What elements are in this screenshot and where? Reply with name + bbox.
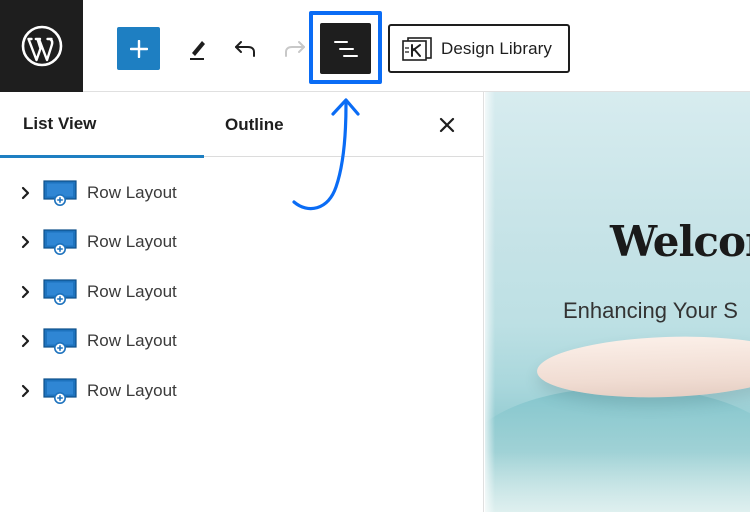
list-item[interactable]: Row Layout: [0, 218, 484, 268]
chevron-right-icon[interactable]: [19, 285, 33, 299]
list-item-label: Row Layout: [87, 331, 177, 351]
tab-outline[interactable]: Outline: [225, 92, 284, 157]
design-library-label: Design Library: [441, 38, 553, 58]
row-layout-icon: [43, 229, 77, 256]
block-list: Row Layout Row Layout Row Layout Row Lay…: [0, 168, 484, 416]
list-view-icon: [333, 40, 358, 57]
preview-foam: [485, 452, 750, 512]
row-layout-icon: [43, 378, 77, 404]
redo-icon: [285, 41, 305, 57]
design-library-button[interactable]: Design Library: [388, 24, 570, 73]
list-item[interactable]: Row Layout: [0, 267, 484, 317]
list-view-button[interactable]: [320, 23, 371, 74]
row-layout-icon: [43, 279, 77, 305]
redo-button[interactable]: [279, 33, 311, 65]
preview-heading[interactable]: Welcom: [610, 217, 750, 266]
preview-subheading[interactable]: Enhancing Your S: [563, 298, 738, 324]
row-layout-icon: [43, 328, 77, 355]
editor-toolbar: Design Library: [0, 0, 750, 92]
chevron-right-icon[interactable]: [19, 384, 33, 398]
tab-list-view[interactable]: List View: [0, 92, 204, 158]
list-item[interactable]: Row Layout: [0, 317, 484, 367]
wordpress-logo-icon[interactable]: [0, 0, 83, 92]
panel-tabs: List View Outline: [0, 92, 483, 158]
chevron-right-icon[interactable]: [19, 235, 33, 249]
chevron-right-icon[interactable]: [19, 334, 33, 348]
list-item-label: Row Layout: [87, 380, 177, 400]
tools-button[interactable]: [181, 33, 213, 65]
undo-button[interactable]: [229, 33, 261, 65]
preview-edge-fade: [485, 92, 495, 512]
design-library-icon: [402, 36, 432, 61]
list-item[interactable]: Row Layout: [0, 168, 484, 218]
pencil-icon: [190, 41, 205, 60]
undo-icon: [235, 41, 255, 57]
editor-canvas-preview[interactable]: Welcom Enhancing Your S: [485, 92, 750, 512]
list-item-label: Row Layout: [87, 232, 177, 252]
row-layout-icon: [43, 180, 77, 206]
list-item-label: Row Layout: [87, 182, 177, 202]
list-view-panel: List View Outline Row Layout Row Layout …: [0, 92, 484, 512]
list-item-label: Row Layout: [87, 281, 177, 301]
plus-icon: [129, 39, 148, 58]
add-block-button[interactable]: [117, 27, 160, 70]
close-icon: [439, 117, 455, 133]
chevron-right-icon[interactable]: [19, 186, 33, 200]
list-item[interactable]: Row Layout: [0, 366, 484, 416]
editor-app: Design Library List View Outline Row Lay…: [0, 0, 750, 512]
close-panel-button[interactable]: [434, 112, 460, 138]
